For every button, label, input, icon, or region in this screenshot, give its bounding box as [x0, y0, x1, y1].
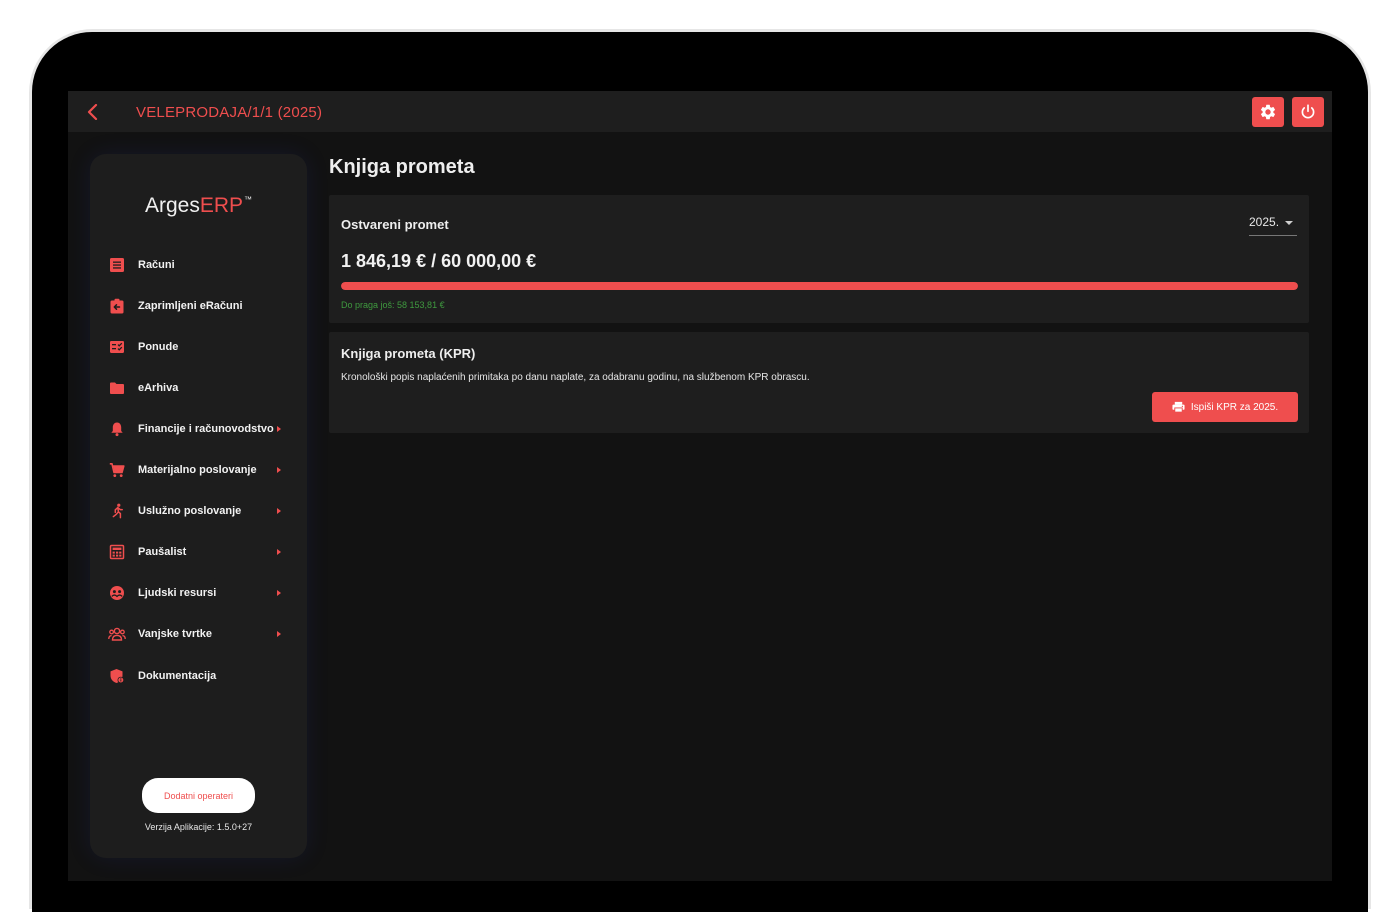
turnover-card: Ostvareni promet 2025. 1 846,19 € / 60 0… — [329, 195, 1309, 323]
sidebar-item-zaprimljeni-eracuni[interactable]: Zaprimljeni eRačuni — [90, 288, 307, 324]
sidebar-item-label: Ljudski resursi — [138, 587, 217, 599]
sidebar-item-label: Računi — [138, 259, 175, 271]
year-select[interactable]: 2025. — [1249, 215, 1297, 236]
printer-icon — [1172, 401, 1185, 413]
bell-icon — [108, 420, 126, 438]
folder-icon — [108, 379, 126, 397]
additional-operators-button[interactable]: Dodatni operateri — [142, 778, 255, 813]
logo-accent-text: ERP — [199, 194, 244, 217]
sidebar-item-usluzno-poslovanje[interactable]: Uslužno poslovanje — [90, 493, 307, 529]
turnover-progress-fill — [341, 282, 1298, 290]
app-screen: VELEPRODAJA/1/1 (2025) ArgesERP™ Računi — [68, 91, 1332, 881]
back-button[interactable] — [78, 97, 108, 127]
caret-right-icon — [277, 631, 281, 637]
calculator-icon — [108, 543, 126, 561]
sidebar-item-label: Ponude — [138, 341, 179, 353]
sidebar-item-label: Dokumentacija — [138, 670, 217, 682]
sidebar-item-label: Materijalno poslovanje — [138, 464, 257, 476]
sidebar-item-pausalist[interactable]: Paušalist — [90, 534, 307, 570]
turnover-progress-bar — [341, 282, 1298, 290]
document-title: VELEPRODAJA/1/1 (2025) — [136, 104, 323, 121]
sidebar-item-ponude[interactable]: Ponude — [90, 329, 307, 365]
year-select-value: 2025. — [1249, 215, 1280, 229]
shield-info-icon — [108, 667, 126, 685]
sidebar-item-vanjske-tvrtke[interactable]: Vanjske tvrtke — [90, 616, 307, 652]
group-icon — [108, 625, 126, 643]
sidebar-item-label: Vanjske tvrtke — [138, 628, 212, 640]
print-kpr-label: Ispiši KPR za 2025. — [1190, 401, 1279, 413]
trademark-mark: ™ — [244, 195, 253, 204]
top-bar: VELEPRODAJA/1/1 (2025) — [68, 91, 1332, 132]
chevron-left-icon — [87, 104, 98, 120]
sidebar-item-label: Financije i računovodstvo — [138, 423, 274, 435]
runner-icon — [108, 502, 126, 520]
settings-button[interactable] — [1252, 97, 1284, 127]
clipboard-in-icon — [108, 297, 126, 315]
remaining-to-threshold: Do praga još: 58 153,81 € — [341, 300, 445, 310]
print-kpr-button[interactable]: Ispiši KPR za 2025. — [1152, 392, 1298, 422]
gear-icon — [1260, 104, 1276, 120]
power-icon — [1301, 104, 1315, 119]
turnover-amount: 1 846,19 € / 60 000,00 € — [341, 251, 537, 271]
logo-text: Arges — [144, 194, 200, 217]
sidebar-item-label: Paušalist — [138, 546, 187, 558]
kpr-description: Kronološki popis naplaćenih primitaka po… — [341, 372, 810, 383]
sidebar-item-label: Uslužno poslovanje — [138, 505, 242, 517]
sidebar-item-label: eArhiva — [138, 382, 179, 394]
receipt-icon — [108, 256, 126, 274]
logout-button[interactable] — [1292, 97, 1324, 127]
sidebar-item-racuni[interactable]: Računi — [90, 247, 307, 283]
sidebar-item-financije[interactable]: Financije i računovodstvo — [90, 411, 307, 447]
kpr-card: Knjiga prometa (KPR) Kronološki popis na… — [329, 332, 1309, 433]
checklist-icon — [108, 338, 126, 356]
chevron-down-icon — [1285, 221, 1293, 225]
people-circle-icon — [108, 584, 126, 602]
app-version: Verzija Aplikacije: 1.5.0+27 — [144, 822, 253, 832]
turnover-title: Ostvareni promet — [341, 217, 449, 232]
app-logo: ArgesERP™ — [90, 194, 307, 218]
cart-icon — [108, 461, 126, 479]
caret-right-icon — [277, 426, 281, 432]
sidebar-item-dokumentacija[interactable]: Dokumentacija — [90, 658, 307, 694]
sidebar-item-earhiva[interactable]: eArhiva — [90, 370, 307, 406]
caret-right-icon — [277, 467, 281, 473]
sidebar-item-ljudski-resursi[interactable]: Ljudski resursi — [90, 575, 307, 611]
kpr-title: Knjiga prometa (KPR) — [341, 346, 476, 361]
sidebar-item-label: Zaprimljeni eRačuni — [138, 300, 243, 312]
page-title: Knjiga prometa — [329, 156, 475, 178]
sidebar: ArgesERP™ Računi Zaprimljeni eRačuni Pon… — [90, 154, 307, 858]
caret-right-icon — [277, 549, 281, 555]
caret-right-icon — [277, 508, 281, 514]
caret-right-icon — [277, 590, 281, 596]
sidebar-item-materijalno-poslovanje[interactable]: Materijalno poslovanje — [90, 452, 307, 488]
